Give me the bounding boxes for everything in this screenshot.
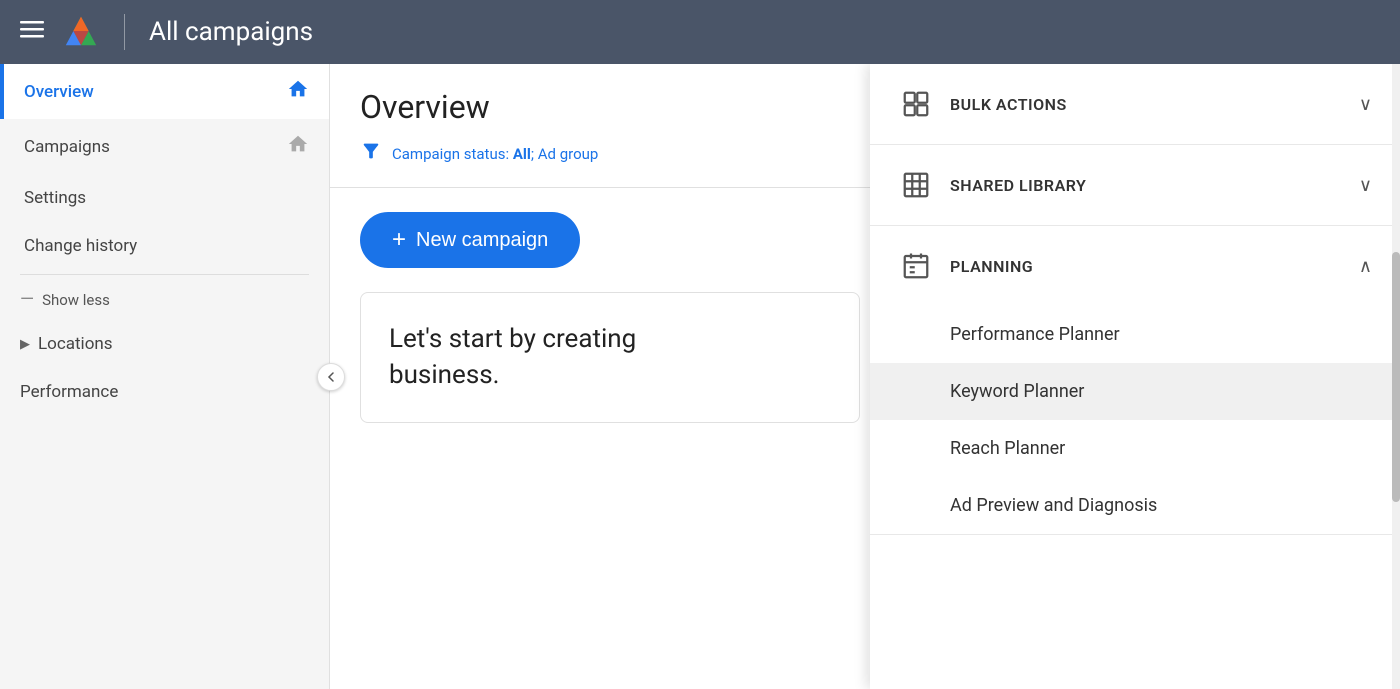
new-campaign-button[interactable]: + New campaign (360, 212, 580, 268)
planning-header[interactable]: PLANNING ∧ (870, 226, 1400, 306)
campaigns-home-icon (287, 133, 309, 160)
home-icon (287, 78, 309, 105)
google-ads-logo (62, 13, 100, 51)
planning-label: PLANNING (950, 257, 1343, 276)
show-less-dash-icon: — (20, 289, 34, 310)
keyword-planner-item[interactable]: Keyword Planner (870, 363, 1400, 420)
shared-library-icon (898, 167, 934, 203)
sidebar-item-locations[interactable]: ▶ Locations (0, 320, 329, 368)
chevron-right-icon: ▶ (20, 337, 30, 352)
sidebar-item-settings[interactable]: Settings (0, 174, 329, 222)
promo-text: Let's start by creating business. (389, 321, 831, 394)
menu-icon[interactable] (20, 17, 44, 47)
promo-box: Let's start by creating business. (360, 292, 860, 423)
shared-library-label: SHARED LIBRARY (950, 176, 1343, 195)
reach-planner-item[interactable]: Reach Planner (870, 420, 1400, 477)
filter-text: Campaign status: All; Ad group (392, 145, 598, 163)
performance-label: Performance (20, 382, 118, 402)
sidebar-item-label: Campaigns (24, 137, 110, 157)
app-header: All campaigns (0, 0, 1400, 64)
bulk-actions-label: BULK ACTIONS (950, 95, 1343, 114)
main-content: Overview Campaign status: All; Ad group … (330, 64, 1400, 689)
sidebar-collapse-button[interactable] (317, 363, 345, 391)
new-campaign-label: New campaign (416, 229, 548, 252)
bulk-actions-header[interactable]: BULK ACTIONS ∨ (870, 64, 1400, 144)
page-title: All campaigns (149, 17, 313, 47)
sidebar: Overview Campaigns Settings Change histo… (0, 64, 330, 689)
planning-icon (898, 248, 934, 284)
locations-label: Locations (38, 334, 113, 354)
shared-library-section: SHARED LIBRARY ∨ (870, 145, 1400, 226)
promo-line1: Let's start by creating (389, 324, 636, 354)
header-divider (124, 14, 125, 50)
show-less-label: Show less (42, 291, 110, 309)
bulk-actions-chevron: ∨ (1359, 94, 1372, 115)
main-layout: Overview Campaigns Settings Change histo… (0, 64, 1400, 689)
planning-items: Performance Planner Keyword Planner Reac… (870, 306, 1400, 534)
show-less-row[interactable]: — Show less (0, 279, 329, 320)
planning-section: PLANNING ∧ Performance Planner Keyword P… (870, 226, 1400, 535)
bulk-actions-section: BULK ACTIONS ∨ (870, 64, 1400, 145)
ad-preview-diagnosis-item[interactable]: Ad Preview and Diagnosis (870, 477, 1400, 534)
sidebar-item-label: Change history (24, 236, 137, 256)
plus-icon: + (392, 226, 406, 254)
promo-line2: business. (389, 360, 500, 390)
filter-bold: All (513, 145, 531, 163)
sidebar-item-overview[interactable]: Overview (0, 64, 329, 119)
planning-dropdown: BULK ACTIONS ∨ SH (870, 64, 1400, 689)
sidebar-divider (20, 274, 309, 275)
performance-planner-item[interactable]: Performance Planner (870, 306, 1400, 363)
filter-suffix: ; Ad group (531, 145, 598, 163)
scrollbar-track (1392, 64, 1400, 689)
sidebar-item-label: Settings (24, 188, 86, 208)
bulk-actions-icon (898, 86, 934, 122)
shared-library-header[interactable]: SHARED LIBRARY ∨ (870, 145, 1400, 225)
sidebar-item-label: Overview (24, 82, 94, 102)
planning-chevron: ∧ (1359, 256, 1372, 277)
scrollbar-thumb[interactable] (1392, 252, 1400, 502)
filter-icon[interactable] (360, 140, 382, 167)
shared-library-chevron: ∨ (1359, 175, 1372, 196)
filter-prefix: Campaign status: (392, 145, 513, 163)
sidebar-item-campaigns[interactable]: Campaigns (0, 119, 329, 174)
sidebar-item-change-history[interactable]: Change history (0, 222, 329, 270)
sidebar-item-performance[interactable]: Performance (0, 368, 329, 416)
